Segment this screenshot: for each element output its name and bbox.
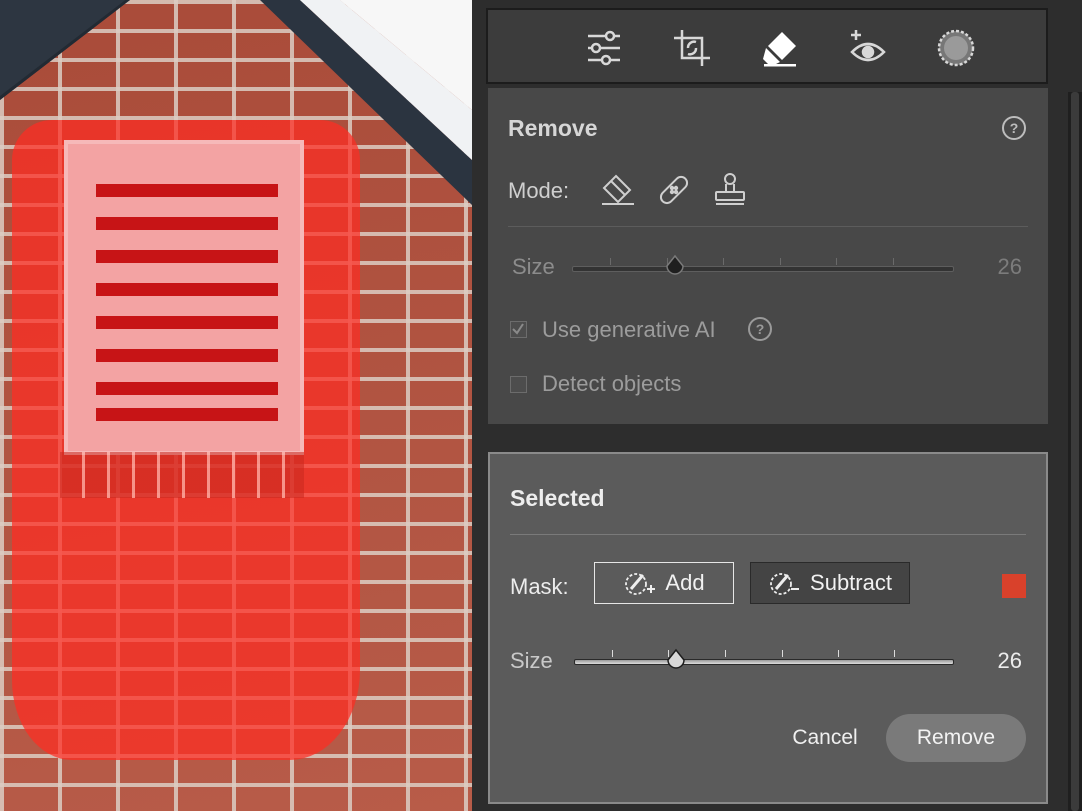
selected-size-value: 26	[997, 648, 1022, 673]
selected-size-label: Size	[510, 648, 553, 673]
detect-objects-checkbox[interactable]	[510, 376, 527, 393]
tool-strip	[486, 8, 1048, 84]
slider-tick	[612, 650, 613, 657]
panel-scrollbar[interactable]	[1068, 92, 1082, 811]
mask-color-swatch[interactable]	[1002, 574, 1026, 598]
cancel-button[interactable]: Cancel	[780, 714, 870, 762]
redeye-icon[interactable]	[848, 28, 888, 68]
mask-label: Mask:	[510, 574, 569, 599]
scrollbar-thumb[interactable]	[1071, 92, 1079, 811]
brush-subtract-icon	[770, 573, 800, 595]
slider-tick	[838, 650, 839, 657]
slider-tick	[782, 650, 783, 657]
remove-size-label: Size	[512, 254, 555, 279]
cancel-label: Cancel	[792, 726, 858, 749]
heal-mode-icon[interactable]	[654, 170, 694, 210]
clone-mode-icon[interactable]	[710, 170, 750, 210]
selected-title: Selected	[510, 485, 605, 511]
remove-section: Remove ? Mode: Size 26 Use generative AI…	[488, 88, 1048, 424]
remove-label: Remove	[916, 726, 996, 749]
mask-subtract-button[interactable]: Subtract	[750, 562, 910, 604]
ai-help-icon[interactable]: ?	[748, 317, 772, 341]
slider-tick	[836, 258, 837, 265]
slider-thumb[interactable]	[664, 254, 686, 276]
slider-tick	[780, 258, 781, 265]
slider-track	[574, 659, 954, 665]
brush-add-icon	[625, 573, 656, 595]
remove-button[interactable]: Remove	[886, 714, 1026, 762]
mode-label: Mode:	[508, 178, 570, 203]
eraser-mode-icon[interactable]	[598, 170, 638, 210]
remove-size-value: 26	[997, 254, 1022, 279]
divider	[510, 534, 1026, 535]
crop-icon[interactable]	[672, 28, 712, 68]
slider-tick	[894, 650, 895, 657]
detect-objects-label: Detect objects	[542, 371, 682, 396]
add-label: Add	[665, 570, 705, 595]
slider-tick	[725, 650, 726, 657]
eraser-icon[interactable]	[760, 28, 800, 68]
slider-tick	[610, 258, 611, 265]
slider-tick	[893, 258, 894, 265]
use-ai-checkbox[interactable]	[510, 321, 527, 338]
sliders-icon[interactable]	[584, 28, 624, 68]
photo-canvas[interactable]	[0, 0, 472, 811]
use-ai-label: Use generative AI	[542, 317, 716, 342]
selected-size-slider[interactable]	[574, 648, 954, 676]
edit-panel: Remove ? Mode: Size 26 Use generative AI…	[472, 0, 1082, 811]
mask-add-button[interactable]: Add	[594, 562, 734, 604]
help-icon[interactable]: ?	[1002, 116, 1026, 140]
remove-size-slider[interactable]	[572, 254, 954, 284]
subtract-label: Subtract	[810, 570, 892, 595]
vent-sill	[60, 452, 304, 498]
remove-title: Remove	[508, 115, 598, 141]
slider-thumb[interactable]	[665, 648, 687, 670]
selected-section: Selected Mask: Add Subtract Size 26 Canc…	[488, 452, 1048, 804]
vent-louver	[64, 140, 304, 455]
slider-track	[572, 266, 954, 272]
slider-tick	[723, 258, 724, 265]
divider	[508, 226, 1028, 227]
masking-icon[interactable]	[936, 28, 976, 68]
checkmark-icon	[512, 323, 524, 335]
